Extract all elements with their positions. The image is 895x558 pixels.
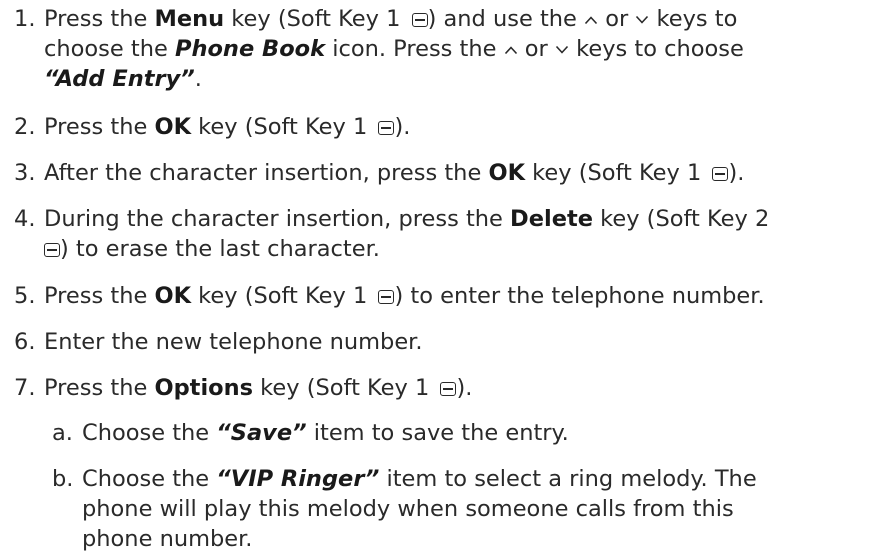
menu-key-label: Menu <box>154 6 225 32</box>
vip-ringer-label: “VIP Ringer” <box>216 466 380 492</box>
ok-key-label: OK <box>488 160 526 186</box>
step-number: 4. <box>14 206 36 232</box>
soft-key-icon <box>378 121 395 135</box>
down-arrow-icon <box>635 15 649 25</box>
soft-key-icon <box>440 382 457 396</box>
step-number: 1. <box>14 6 36 32</box>
phone-book-label: Phone Book <box>174 36 326 62</box>
step-text: Enter the new telephone number. <box>44 329 423 355</box>
soft-key-icon <box>44 243 60 257</box>
substep-text: Choose the “Save” item to save the entry… <box>82 420 569 446</box>
ok-key-label: OK <box>154 283 192 309</box>
step-number: 5. <box>14 283 36 309</box>
substep-text: Choose the “VIP Ringer” item to select a… <box>82 466 757 552</box>
save-item-label: “Save” <box>216 420 307 446</box>
step-number: 3. <box>14 160 36 186</box>
step-number: 7. <box>14 375 36 401</box>
up-arrow-icon <box>504 45 518 55</box>
add-entry-label: “Add Entry” <box>44 66 195 92</box>
down-arrow-icon <box>555 45 569 55</box>
ok-key-label: OK <box>154 114 192 140</box>
step-number: 6. <box>14 329 36 355</box>
substep-letter: a. <box>52 420 73 446</box>
delete-key-label: Delete <box>510 206 593 232</box>
options-key-label: Options <box>154 375 254 401</box>
step-text: During the character insertion, press th… <box>44 206 770 262</box>
soft-key-icon <box>411 13 428 27</box>
up-arrow-icon <box>584 15 598 25</box>
step-text: Press the OK key (Soft Key 1 ) to enter … <box>44 283 765 309</box>
step-number: 2. <box>14 114 36 140</box>
substep-letter: b. <box>52 466 74 492</box>
step-text: Press the Options key (Soft Key 1 ). <box>44 375 473 401</box>
step-text: After the character insertion, press the… <box>44 160 745 186</box>
step-text: Press the Menu key (Soft Key 1 ) and use… <box>44 6 744 92</box>
soft-key-icon <box>378 290 395 304</box>
soft-key-icon <box>712 167 729 181</box>
step-text: Press the OK key (Soft Key 1 ). <box>44 114 411 140</box>
